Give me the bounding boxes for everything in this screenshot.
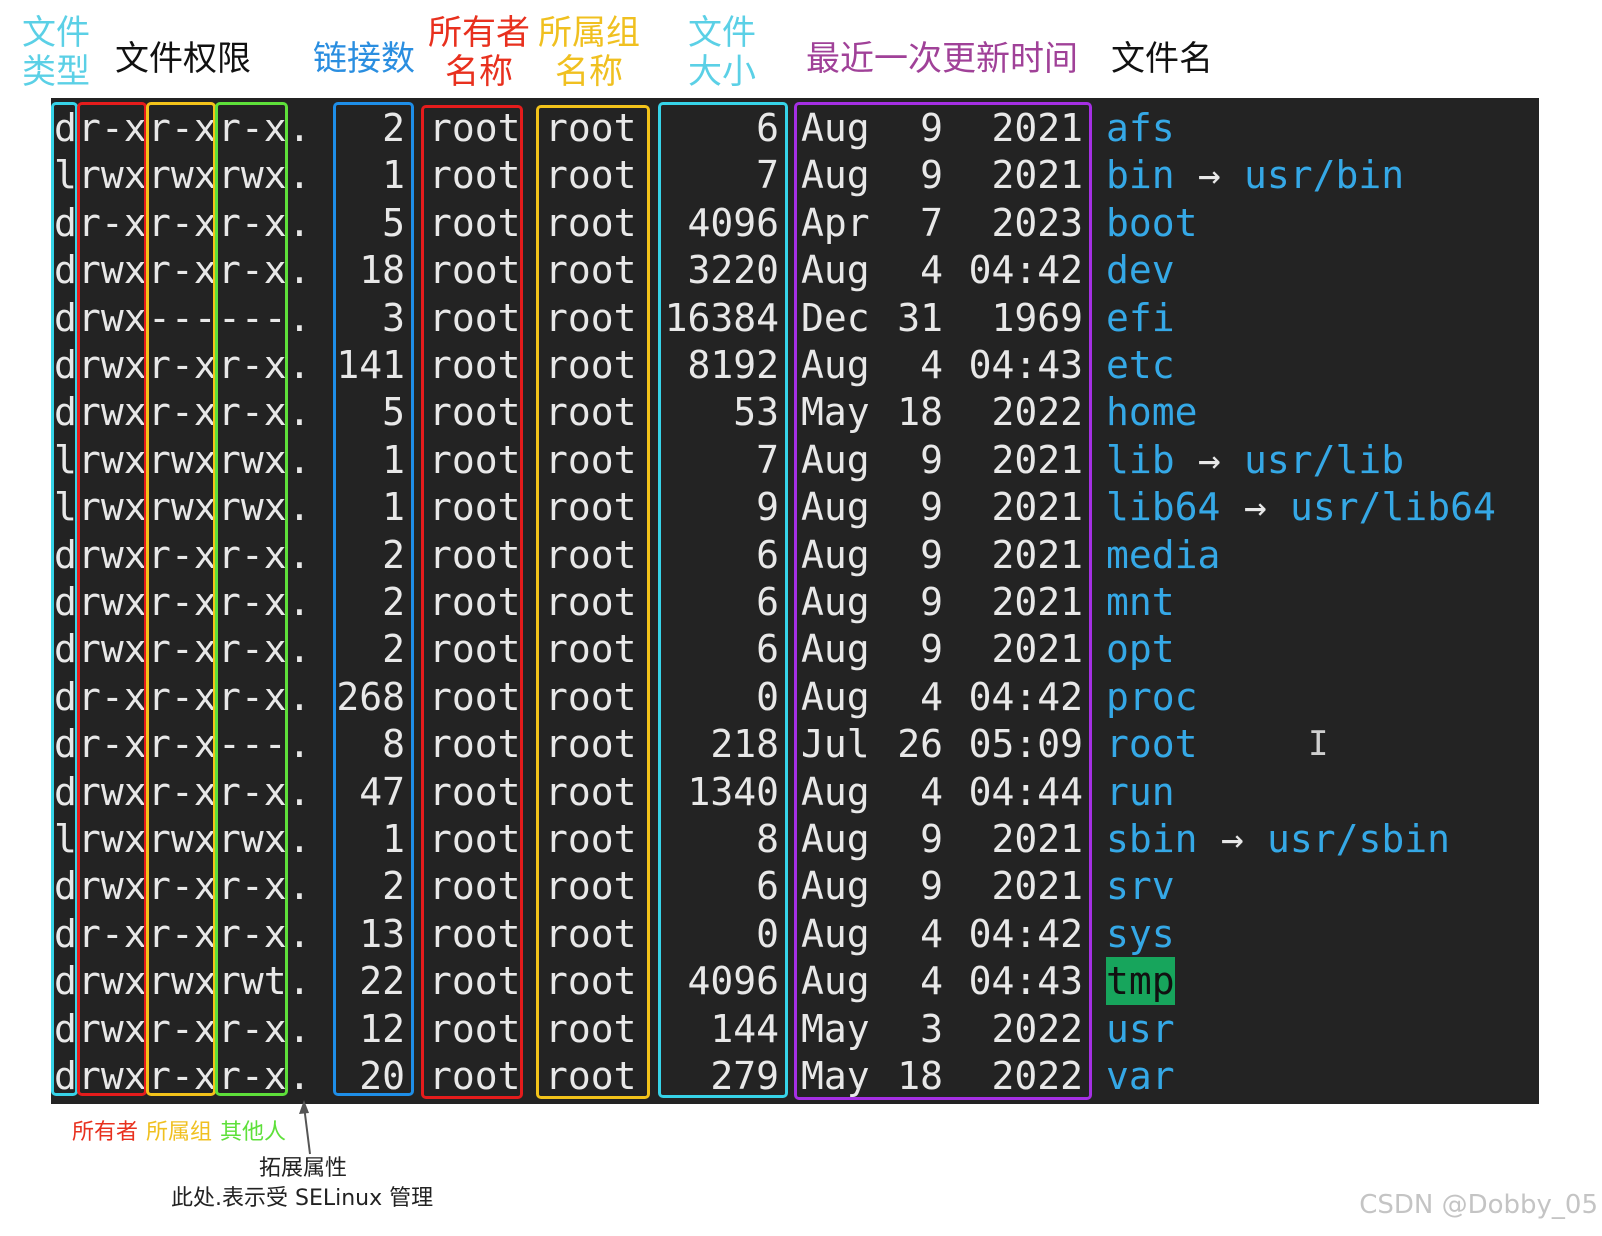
group-permission-column-box [146, 102, 216, 1096]
symlink-arrow: → [1198, 437, 1221, 482]
header-group-name: 所属组 名称 [538, 13, 640, 93]
symlink-target: usr/lib [1244, 437, 1405, 482]
group-column-box [536, 105, 650, 1099]
extended-attribute-dot: . [288, 817, 311, 861]
size-column-box [658, 102, 788, 1098]
extended-attribute-dot: . [288, 485, 311, 530]
extended-attribute-dot: . [288, 1054, 311, 1098]
link-count-column-box [333, 102, 414, 1096]
file-name: sbin [1106, 817, 1198, 861]
modified-time-column-box [794, 102, 1092, 1100]
watermark: CSDN @Dobby_05 [1359, 1190, 1598, 1220]
file-name: run [1106, 769, 1175, 814]
file-name: afs [1106, 106, 1175, 150]
extended-attribute-dot: . [288, 959, 311, 1004]
selinux-note: 此处.表示受 SELinux 管理 [171, 1186, 434, 1211]
symlink-arrow: → [1221, 817, 1244, 861]
file-name: media [1106, 532, 1221, 577]
file-name: home [1106, 390, 1198, 435]
header-permissions: 文件权限 [115, 39, 251, 79]
file-name: lib64 [1106, 485, 1221, 530]
extended-attribute-dot: . [288, 769, 311, 814]
extended-attribute-label: 拓展属性 [259, 1156, 348, 1181]
symlink-target: usr/bin [1244, 153, 1405, 198]
extended-attribute-dot: . [288, 864, 311, 909]
file-name: sys [1106, 911, 1175, 956]
file-name: etc [1106, 343, 1175, 387]
symlink-target: usr/lib64 [1290, 485, 1496, 530]
file-name: efi [1106, 295, 1175, 340]
extended-attribute-dot: . [288, 200, 311, 245]
file-name: bin [1106, 153, 1175, 198]
header-owner-name: 所有者 名称 [428, 13, 530, 93]
extended-attribute-dot: . [288, 153, 311, 198]
group-label: 所属组 [146, 1120, 213, 1145]
owner-column-box [421, 105, 523, 1099]
extended-attribute-pointer-arrow [299, 1100, 311, 1155]
others-label: 其他人 [220, 1120, 287, 1145]
file-name: srv [1106, 864, 1175, 909]
text-cursor-icon: I [1308, 724, 1329, 765]
extended-attribute-dot: . [288, 580, 311, 624]
extended-attribute-dot: . [288, 437, 311, 482]
extended-attribute-dot: . [288, 343, 311, 387]
extended-attribute-dot: . [288, 532, 311, 577]
file-name: mnt [1106, 580, 1175, 624]
owner-label: 所有者 [72, 1120, 139, 1145]
header-file-type: 文件 类型 [22, 13, 90, 93]
file-name: lib [1106, 437, 1175, 482]
other-permission-column-box [215, 102, 288, 1096]
extended-attribute-dot: . [288, 106, 311, 150]
symlink-arrow: → [1244, 485, 1267, 530]
file-name: boot [1106, 200, 1198, 245]
file-name: root [1106, 722, 1198, 767]
owner-permission-column-box [77, 102, 147, 1096]
header-file-size: 文件 大小 [688, 13, 756, 93]
extended-attribute-dot: . [288, 674, 311, 719]
extended-attribute-dot: . [288, 248, 311, 293]
header-modified-time: 最近一次更新时间 [806, 39, 1078, 79]
file-name: tmp [1106, 957, 1175, 1006]
extended-attribute-dot: . [288, 390, 311, 435]
extended-attribute-dot: . [288, 1006, 311, 1051]
header-filename: 文件名 [1111, 39, 1213, 79]
file-type-column-box [51, 102, 78, 1096]
file-name: var [1106, 1054, 1175, 1098]
file-name: proc [1106, 674, 1198, 719]
file-name: dev [1106, 248, 1175, 293]
file-name: usr [1106, 1006, 1175, 1051]
file-name: opt [1106, 627, 1175, 672]
header-link-count: 链接数 [313, 39, 415, 79]
symlink-arrow: → [1198, 153, 1221, 198]
extended-attribute-dot: . [288, 722, 311, 767]
extended-attribute-dot: . [288, 911, 311, 956]
extended-attribute-dot: . [288, 295, 311, 340]
symlink-target: usr/sbin [1267, 817, 1451, 861]
extended-attribute-dot: . [288, 627, 311, 672]
